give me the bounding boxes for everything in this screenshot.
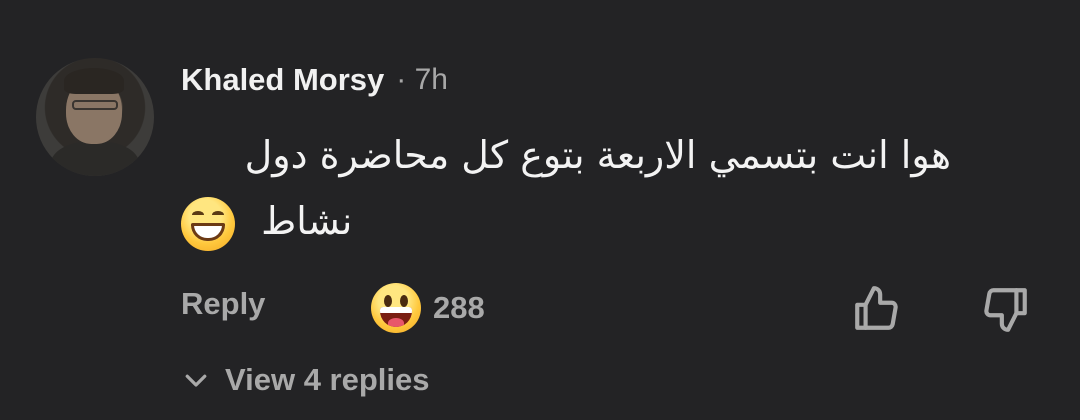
comment-header: Khaled Morsy · 7h (181, 58, 448, 102)
comment-actions: Reply 288 (181, 280, 1041, 336)
comment-text-line2: نشاط (261, 199, 353, 243)
grinning-face-icon (181, 196, 235, 251)
avatar[interactable] (36, 58, 154, 176)
reaction-summary[interactable]: 288 (371, 283, 485, 333)
comment-text-line1: هوا انت بتسمي الاربعة بتوع كل محاضرة دول (244, 133, 951, 177)
thumbs-down-icon (984, 288, 1027, 332)
laughing-face-icon (371, 283, 421, 333)
dislike-button[interactable] (981, 284, 1031, 334)
comment-text: هوا انت بتسمي الاربعة بتوع كل محاضرة دول… (181, 122, 951, 254)
avatar-body (50, 142, 140, 176)
like-button[interactable] (851, 284, 901, 334)
comment-timestamp: · 7h (396, 63, 448, 96)
thumbs-up-icon (855, 286, 898, 330)
author-name[interactable]: Khaled Morsy (181, 62, 384, 98)
reply-button[interactable]: Reply (181, 286, 265, 322)
comment-text-line2-wrap: نشاط (181, 188, 951, 254)
view-replies-button[interactable]: View 4 replies (181, 362, 430, 398)
avatar-hair (64, 68, 124, 94)
chevron-down-icon (185, 374, 207, 387)
comment-card: Khaled Morsy · 7h هوا انت بتسمي الاربعة … (0, 0, 1080, 420)
avatar-glasses (72, 100, 118, 110)
view-replies-label: View 4 replies (225, 362, 430, 397)
reaction-count: 288 (433, 290, 485, 325)
